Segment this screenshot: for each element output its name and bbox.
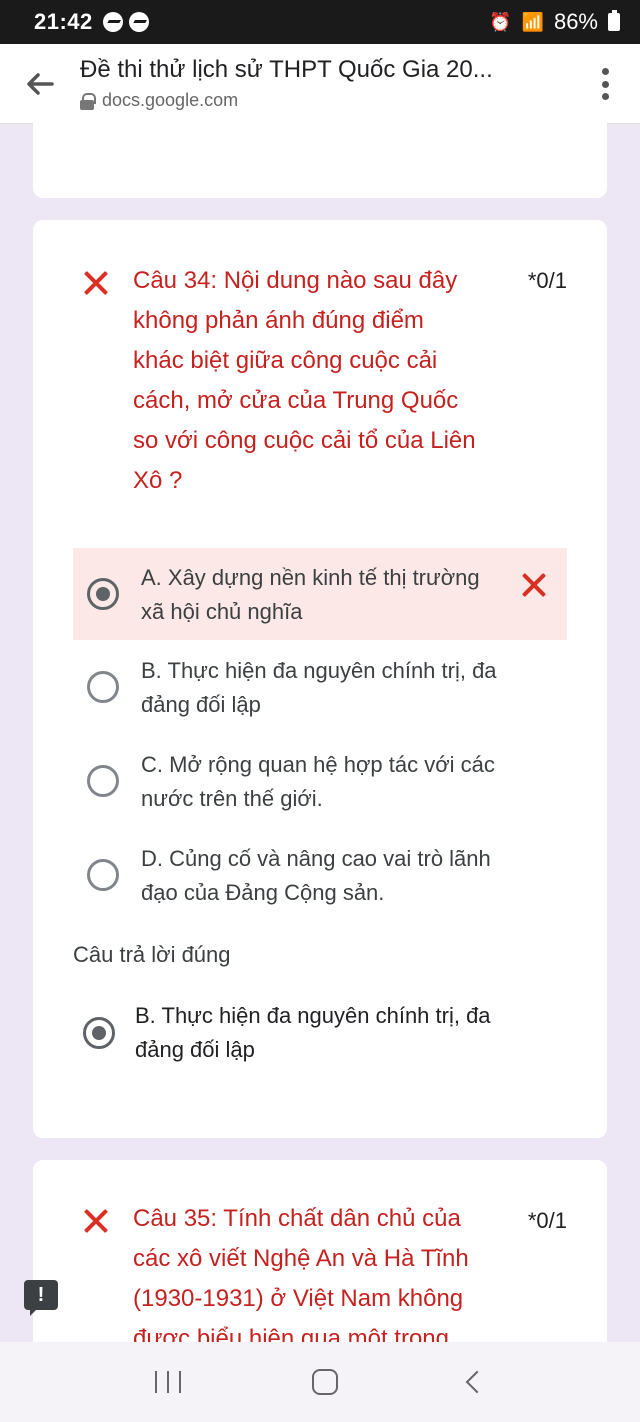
option-line: xã hội chủ nghĩa bbox=[141, 599, 303, 624]
option-d[interactable]: D. Củng cố và nâng cao vai trò lãnh đạo … bbox=[73, 828, 567, 922]
option-line: D. Củng cố và nâng cao vai trò lãnh bbox=[141, 846, 491, 871]
radio-selected bbox=[83, 1017, 115, 1049]
option-label: C. Mở rộng quan hệ hợp tác với các nước … bbox=[141, 748, 521, 816]
option-c[interactable]: C. Mở rộng quan hệ hợp tác với các nước … bbox=[73, 734, 567, 828]
question-score: *0/1 bbox=[527, 268, 567, 293]
option-label: A. Xây dựng nền kinh tế thị trường xã hộ… bbox=[141, 561, 521, 629]
lock-icon bbox=[80, 92, 96, 110]
correct-answer-heading: Câu trả lời đúng bbox=[73, 942, 231, 967]
question-line: Xô ? bbox=[133, 467, 183, 494]
question-line: (1930-1931) ở Việt Nam không bbox=[133, 1285, 464, 1312]
question-line: so với công cuộc cải tổ của Liên bbox=[133, 427, 476, 454]
radio-selected[interactable] bbox=[87, 578, 119, 610]
system-nav-bar bbox=[0, 1342, 640, 1422]
arrow-left-icon bbox=[27, 73, 54, 95]
home-button[interactable] bbox=[311, 1369, 338, 1395]
battery-level: 86% bbox=[553, 9, 598, 34]
option-label: B. Thực hiện đa nguyên chính trị, đa đản… bbox=[141, 654, 521, 722]
wifi-icon: 📶 bbox=[521, 11, 544, 32]
question-line: cách, mở cửa của Trung Quốc bbox=[133, 387, 459, 414]
title-area: Đề thi thử lịch sử THPT Quốc Gia 20... d… bbox=[80, 56, 550, 111]
more-vert-icon bbox=[601, 93, 609, 100]
option-line: B. Thực hiện đa nguyên chính trị, đa bbox=[141, 658, 497, 683]
question-line: không phản ánh đúng điểm bbox=[133, 307, 424, 334]
close-icon bbox=[83, 1208, 109, 1234]
battery-icon bbox=[608, 10, 620, 31]
status-bar: 21:42 ⏰ 📶 86% bbox=[0, 0, 640, 44]
app-bar: Đề thi thử lịch sử THPT Quốc Gia 20... d… bbox=[0, 44, 640, 124]
question-score: *0/1 bbox=[527, 1208, 567, 1233]
question-line: Câu 35: Tính chất dân chủ của bbox=[133, 1205, 461, 1232]
more-options-button[interactable] bbox=[600, 68, 610, 100]
page-title: Đề thi thử lịch sử THPT Quốc Gia 20... bbox=[80, 56, 493, 83]
option-line: đạo của Đảng Cộng sản. bbox=[141, 880, 385, 905]
option-line: C. Mở rộng quan hệ hợp tác với các bbox=[141, 752, 495, 777]
messenger-icon bbox=[128, 12, 149, 32]
correct-answer: B. Thực hiện đa nguyên chính trị, đa đản… bbox=[73, 990, 567, 1084]
correct-answer-label: B. Thực hiện đa nguyên chính trị, đa đản… bbox=[135, 999, 515, 1067]
messenger-icon bbox=[102, 12, 123, 32]
url-row: docs.google.com bbox=[80, 90, 550, 111]
option-b[interactable]: B. Thực hiện đa nguyên chính trị, đa đản… bbox=[73, 640, 567, 734]
feedback-icon[interactable]: ! bbox=[24, 1280, 58, 1316]
alarm-icon: ⏰ bbox=[489, 11, 512, 32]
status-right: ⏰ 📶 86% bbox=[489, 9, 620, 35]
status-time: 21:42 bbox=[34, 9, 93, 34]
radio-unselected[interactable] bbox=[87, 859, 119, 891]
option-line: A. Xây dựng nền kinh tế thị trường bbox=[141, 565, 480, 590]
notification-icons bbox=[102, 12, 149, 32]
more-vert-icon bbox=[601, 80, 609, 88]
question-text: Câu 35: Tính chất dân chủ của các xô viế… bbox=[133, 1199, 513, 1359]
question-line: các xô viết Nghệ An và Hà Tĩnh bbox=[133, 1245, 469, 1272]
option-line: nước trên thế giới. bbox=[141, 786, 323, 811]
radio-unselected[interactable] bbox=[87, 765, 119, 797]
previous-question-card bbox=[33, 118, 607, 198]
back-nav-button[interactable] bbox=[465, 1370, 488, 1394]
recent-apps-button[interactable] bbox=[155, 1371, 182, 1393]
option-line: B. Thực hiện đa nguyên chính trị, đa bbox=[135, 1003, 491, 1028]
question-line: Câu 34: Nội dung nào sau đây bbox=[133, 267, 458, 294]
option-line: đảng đối lập bbox=[135, 1037, 255, 1062]
option-line: đảng đối lập bbox=[141, 692, 261, 717]
back-button[interactable] bbox=[22, 66, 58, 102]
more-vert-icon bbox=[601, 68, 609, 75]
radio-unselected[interactable] bbox=[87, 671, 119, 703]
question-line: khác biệt giữa công cuộc cải bbox=[133, 347, 438, 374]
question-text: Câu 34: Nội dung nào sau đây không phản … bbox=[133, 261, 513, 501]
question-card-34: Câu 34: Nội dung nào sau đây không phản … bbox=[33, 220, 607, 1138]
close-icon bbox=[521, 572, 547, 598]
close-icon bbox=[83, 270, 109, 296]
page-url: docs.google.com bbox=[102, 90, 239, 110]
option-a[interactable]: A. Xây dựng nền kinh tế thị trường xã hộ… bbox=[73, 548, 567, 640]
option-label: D. Củng cố và nâng cao vai trò lãnh đạo … bbox=[141, 842, 521, 910]
